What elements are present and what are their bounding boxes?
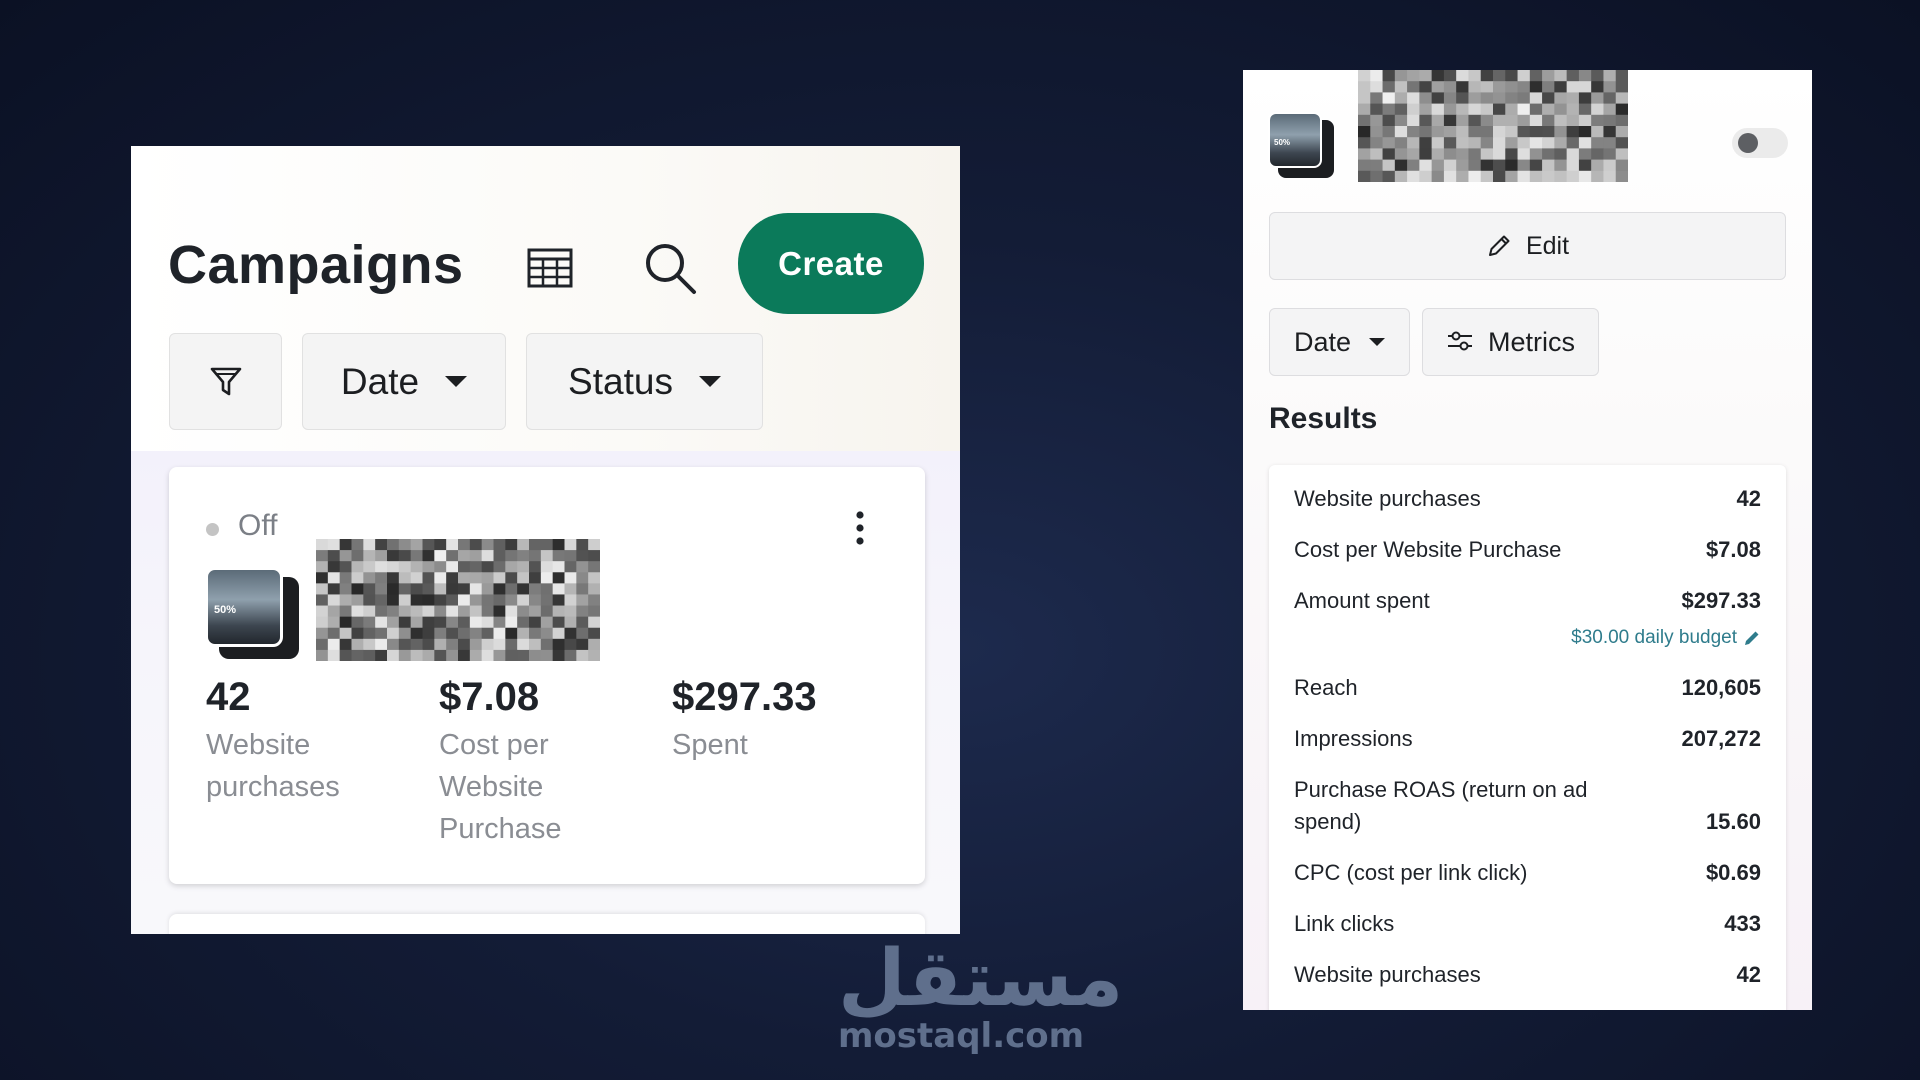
result-row: Link clicks 433	[1294, 908, 1761, 940]
result-value: $297.33	[1681, 588, 1761, 613]
caret-down-icon	[698, 376, 721, 387]
campaign-thumbnail: 50%	[205, 567, 301, 661]
result-row: Website purchases 42	[1294, 483, 1761, 515]
date-label: Date	[1293, 326, 1352, 357]
status-filter-dropdown[interactable]: Status	[526, 333, 763, 430]
campaign-status: Off	[238, 509, 278, 542]
campaign-name-pixelated	[1358, 70, 1628, 182]
caret-down-icon	[445, 376, 468, 387]
table-view-icon[interactable]	[526, 244, 574, 292]
filter-icon	[210, 367, 241, 395]
page-title: Campaigns	[168, 235, 464, 295]
date-filter-dropdown[interactable]: Date	[302, 333, 506, 430]
result-row: CPC (cost per link click) $0.69	[1294, 857, 1761, 889]
pencil-icon	[1745, 631, 1759, 645]
result-value: 207,272	[1681, 726, 1761, 751]
result-row: Purchase ROAS (return on ad spend) 15.60	[1294, 774, 1761, 838]
status-filter-label: Status	[568, 360, 673, 402]
watermark-logo: مستقل	[838, 934, 1124, 1024]
result-label: Purchase ROAS (return on ad spend)	[1294, 777, 1588, 834]
metrics-label: Metrics	[1488, 326, 1575, 357]
campaign-thumbnail: 50%	[1268, 112, 1334, 178]
caret-down-icon	[1369, 338, 1386, 346]
edit-label: Edit	[1525, 231, 1570, 260]
metric-label: Spent	[672, 729, 748, 761]
result-value: 120,605	[1681, 675, 1761, 700]
result-label: Cost per Website Purchase	[1294, 537, 1562, 562]
result-row: Website purchases 42	[1294, 959, 1761, 991]
result-label: CPC (cost per link click)	[1294, 860, 1528, 885]
daily-budget-link[interactable]: $30.00 daily budget	[1571, 627, 1761, 649]
more-options-icon[interactable]	[853, 509, 867, 547]
result-label: Reach	[1294, 675, 1358, 700]
campaigns-panel: Campaigns Create Date Status Off 50% 42 …	[131, 146, 960, 934]
result-row: Reach 120,605	[1294, 672, 1761, 704]
result-value: $0.69	[1705, 860, 1761, 885]
metric-value: 42	[206, 675, 251, 719]
search-icon[interactable]	[641, 239, 699, 297]
campaign-details-panel: 50% Edit Date Metrics Results Website pu…	[1243, 70, 1812, 1010]
metric-spent: $297.33 Spent	[672, 675, 892, 766]
metric-value: $7.08	[439, 675, 540, 719]
result-label: Website purchases	[1294, 962, 1481, 987]
campaign-name-pixelated	[316, 539, 600, 661]
toggle-knob	[1738, 133, 1758, 153]
create-button[interactable]: Create	[738, 213, 924, 314]
status-dot	[206, 523, 219, 536]
metrics-button[interactable]: Metrics	[1422, 308, 1599, 376]
sliders-icon	[1448, 331, 1472, 351]
thumbnail-badge: 50%	[214, 604, 237, 616]
watermark-url: mostaql.com	[838, 1016, 1085, 1056]
result-row: Amount spent $297.33	[1294, 585, 1761, 617]
result-row: Impressions 207,272	[1294, 723, 1761, 755]
result-label: Amount spent	[1294, 588, 1430, 613]
result-value: 42	[1736, 962, 1761, 987]
result-value: 433	[1724, 911, 1761, 936]
filter-button[interactable]	[169, 333, 282, 430]
result-value: 15.60	[1705, 809, 1761, 834]
date-filter-label: Date	[340, 360, 420, 402]
results-card: Website purchases 42 Cost per Website Pu…	[1269, 465, 1786, 1010]
daily-budget-label: $30.00 daily budget	[1571, 627, 1737, 648]
result-row: Cost per Website Purchase $7.08	[1294, 534, 1761, 566]
next-campaign-card[interactable]	[169, 914, 925, 934]
result-value: 42	[1736, 486, 1761, 511]
metric-label: Website purchases	[206, 729, 340, 803]
edit-button[interactable]: Edit	[1269, 212, 1786, 280]
campaign-toggle[interactable]	[1732, 128, 1788, 158]
thumbnail-badge: 50%	[1274, 138, 1291, 147]
result-value: $7.08	[1705, 537, 1761, 562]
date-dropdown[interactable]: Date	[1269, 308, 1410, 376]
pencil-icon	[1488, 235, 1510, 256]
metric-value: $297.33	[672, 675, 817, 719]
metric-label: Cost per Website Purchase	[439, 729, 562, 845]
campaign-card[interactable]: Off 50% 42 Website purchases $7.08 Cost …	[169, 467, 925, 884]
metric-cost-per-purchase: $7.08 Cost per Website Purchase	[439, 675, 639, 850]
result-label: Impressions	[1294, 726, 1413, 751]
metric-website-purchases: 42 Website purchases	[206, 675, 406, 808]
results-title: Results	[1269, 402, 1378, 435]
result-label: Website purchases	[1294, 486, 1481, 511]
result-label: Link clicks	[1294, 911, 1395, 936]
